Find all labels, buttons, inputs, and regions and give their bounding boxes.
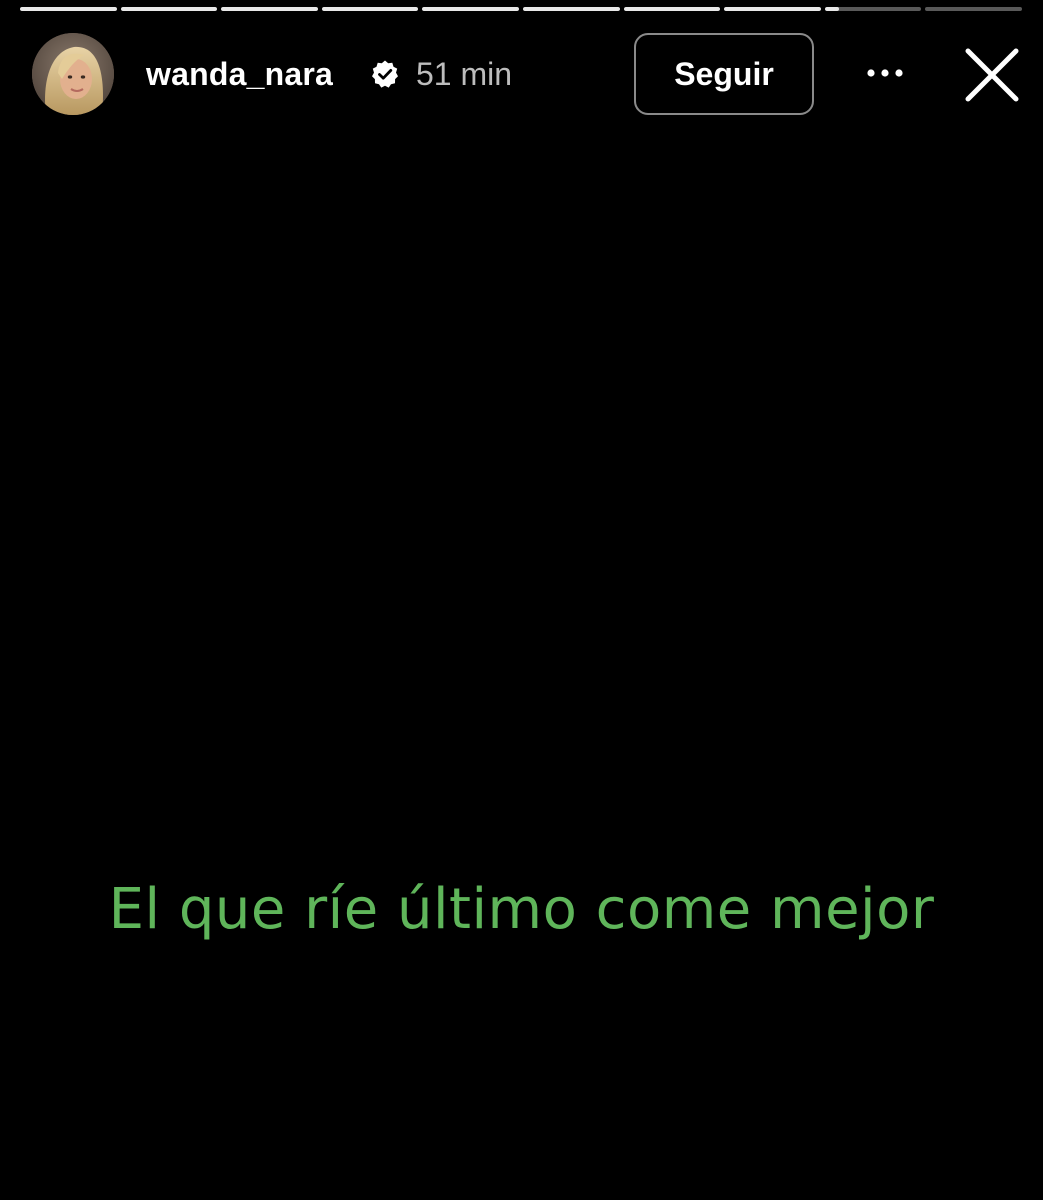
avatar-image	[32, 33, 114, 115]
story-progress-fill	[623, 7, 721, 11]
story-progress-fill	[221, 7, 318, 11]
story-progress-fill	[422, 7, 519, 11]
story-progress-fill	[724, 7, 821, 11]
story-progress-bars	[20, 7, 1022, 11]
post-timestamp: 51 min	[416, 56, 513, 92]
more-horizontal-icon[interactable]	[860, 55, 910, 91]
story-progress-segment	[221, 7, 318, 11]
follow-button[interactable]: Seguir	[634, 33, 814, 115]
close-icon[interactable]	[962, 45, 1022, 105]
verified-badge-icon	[372, 60, 398, 88]
story-progress-segment	[422, 7, 519, 11]
story-progress-segment	[321, 7, 419, 11]
story-header: wanda_nara 51 min Seguir	[32, 33, 1043, 115]
story-progress-segment	[522, 7, 620, 11]
story-progress-fill	[321, 7, 419, 11]
story-progress-segment	[120, 7, 218, 11]
story-progress-fill	[522, 7, 620, 11]
story-text: El que ríe último come mejor	[108, 877, 935, 942]
story-progress-segment	[824, 7, 922, 11]
story-progress-segment	[925, 7, 1022, 11]
username[interactable]: wanda_nara	[146, 55, 333, 93]
avatar[interactable]	[32, 33, 114, 115]
story-progress-segment	[20, 7, 117, 11]
story-progress-fill	[824, 7, 840, 11]
story-progress-segment	[724, 7, 821, 11]
story-progress-segment	[623, 7, 721, 11]
story-progress-fill	[120, 7, 218, 11]
story-progress-fill	[20, 7, 117, 11]
